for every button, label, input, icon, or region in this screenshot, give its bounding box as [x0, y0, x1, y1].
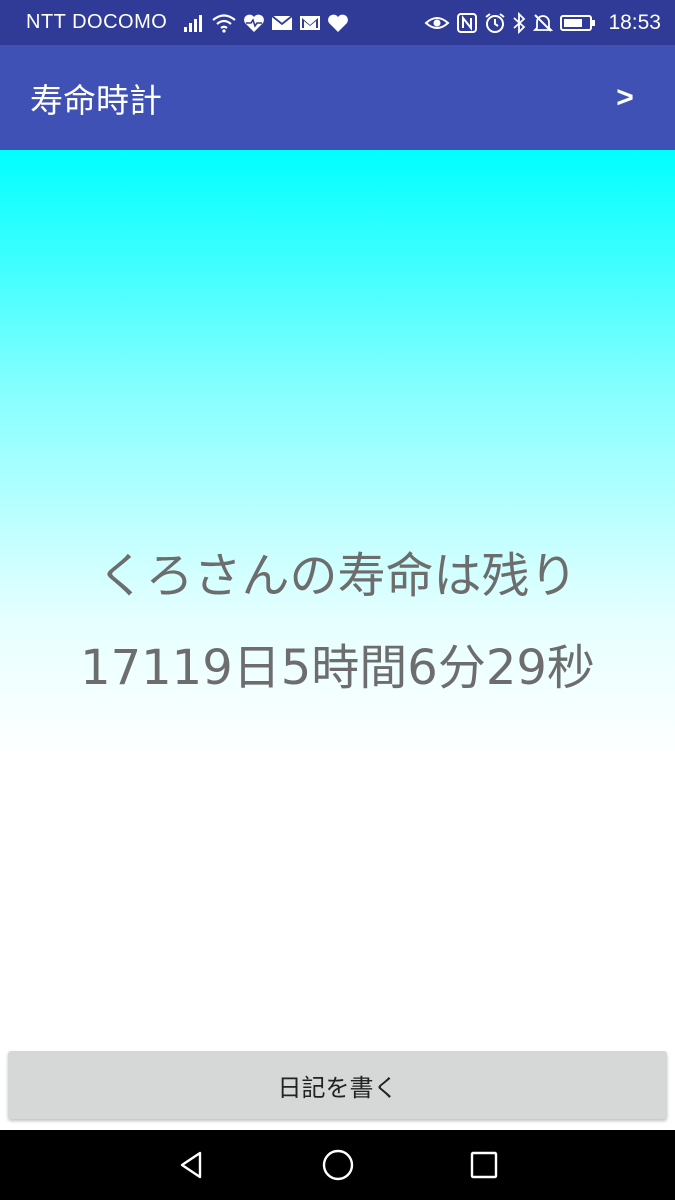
bluetooth-icon [512, 11, 526, 35]
clock-time: 18:53 [608, 10, 661, 34]
battery-icon [560, 11, 596, 35]
heart-icon [327, 11, 349, 35]
back-icon[interactable] [174, 1147, 210, 1183]
write-diary-button[interactable]: 日記を書く [8, 1051, 667, 1119]
app-bar: 寿命時計 > [0, 45, 675, 150]
alarm-icon [484, 11, 506, 35]
signal-icon [183, 11, 205, 35]
gmail-icon [299, 11, 321, 35]
lifespan-message: くろさんの寿命は残り 17119日5時間6分29秒 [0, 530, 675, 714]
mail-icon [271, 11, 293, 35]
heart-rate-icon [243, 11, 265, 35]
navigation-bar [0, 1130, 675, 1200]
eye-comfort-icon [424, 11, 450, 35]
mute-icon [532, 11, 554, 35]
status-bar: NTT DOCOMO 18:53 [0, 0, 675, 45]
main-content: くろさんの寿命は残り 17119日5時間6分29秒 日記を書く [0, 150, 675, 1130]
carrier-name: NTT DOCOMO [26, 11, 168, 33]
wifi-icon [211, 11, 237, 35]
lifespan-countdown: 17119日5時間6分29秒 [80, 640, 595, 696]
lifespan-line-1: くろさんの寿命は残り [97, 548, 578, 604]
recents-icon[interactable] [466, 1147, 502, 1183]
home-icon[interactable] [320, 1147, 356, 1183]
system-icons: 18:53 [424, 11, 661, 35]
next-button[interactable]: > [605, 81, 645, 115]
app-title: 寿命時計 [30, 80, 162, 120]
nfc-icon [456, 11, 478, 35]
notification-icons [183, 11, 349, 35]
